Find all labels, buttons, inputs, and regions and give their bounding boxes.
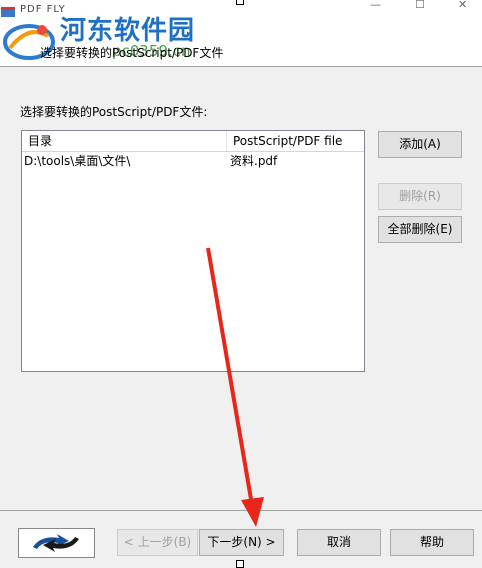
annotation-arrow-head [241, 497, 264, 527]
list-item-file: 资料.pdf [230, 154, 278, 168]
list-item[interactable]: D:\tools\桌面\文件\ 资料.pdf [22, 152, 364, 170]
help-button[interactable]: 帮助 [390, 529, 474, 556]
file-list-label: 选择要转换的PostScript/PDF文件: [20, 105, 208, 119]
refresh-arrows-icon [33, 534, 79, 552]
brand-logo [18, 528, 95, 558]
cancel-button[interactable]: 取消 [297, 529, 381, 556]
file-list[interactable]: 目录 PostScript/PDF file D:\tools\桌面\文件\ 资… [21, 130, 365, 372]
column-header-directory[interactable]: 目录 [22, 131, 227, 151]
file-list-header: 目录 PostScript/PDF file [22, 131, 364, 152]
next-button[interactable]: 下一步(N) > [199, 529, 284, 556]
app-title: PDF FLY [20, 4, 66, 15]
resize-handle-top[interactable] [236, 0, 244, 5]
delete-button[interactable]: 删除(R) [378, 183, 462, 210]
page-title: 选择要转换的PostScript/PDF文件 [40, 46, 224, 60]
delete-all-button[interactable]: 全部删除(E) [378, 216, 462, 243]
list-item-directory: D:\tools\桌面\文件\ [24, 154, 131, 168]
wizard-header: PDF FLY 河东软件园 pc0359.cn 选择要转换的PostScript… [0, 4, 482, 67]
resize-handle-bottom[interactable] [236, 560, 244, 568]
add-button[interactable]: 添加(A) [378, 131, 462, 158]
footer-separator [0, 510, 482, 511]
back-button[interactable]: < 上一步(B) [117, 529, 198, 556]
column-header-file[interactable]: PostScript/PDF file [227, 131, 364, 151]
